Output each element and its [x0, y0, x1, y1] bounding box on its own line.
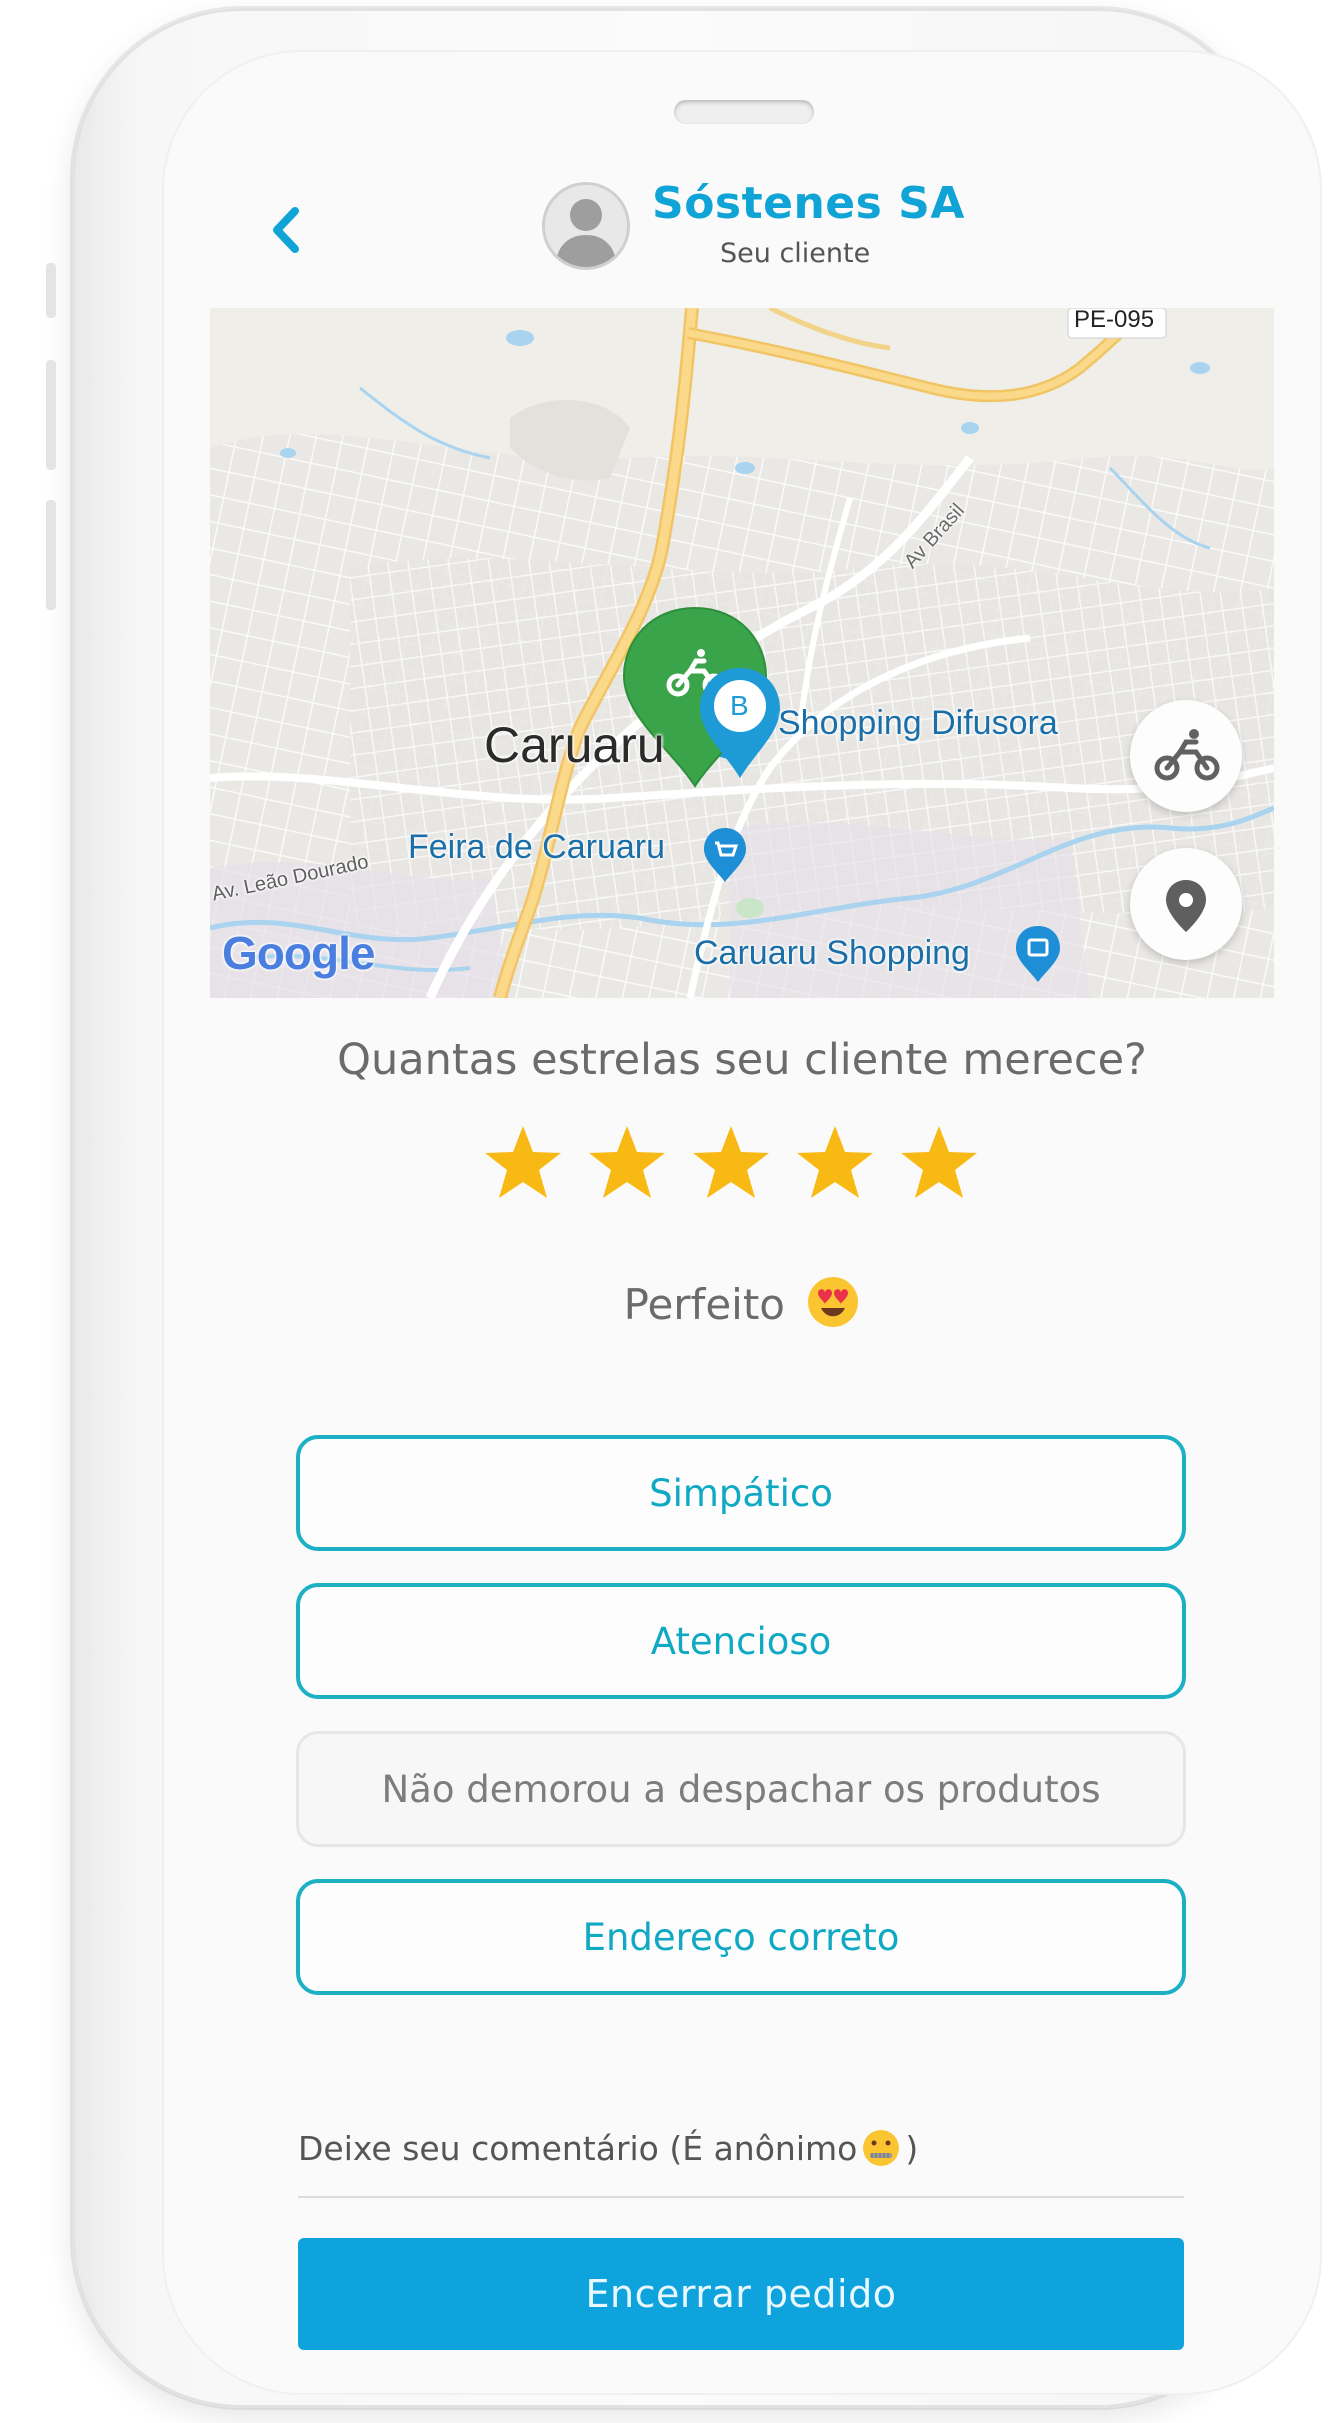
- rating-verdict: Perfeito: [162, 1275, 1322, 1329]
- tag-label: Simpático: [649, 1471, 833, 1515]
- map-view[interactable]: B Caruaru Shopping Difusora Feira de Car…: [210, 308, 1274, 998]
- rating-verdict-text: Perfeito: [623, 1280, 786, 1329]
- map-label-city: Caruaru: [484, 717, 665, 773]
- rating-question: Quantas estrelas seu cliente merece?: [337, 1035, 1147, 1085]
- map-background: [210, 308, 1274, 998]
- side-button: [46, 263, 56, 318]
- tag-atencioso[interactable]: Atencioso: [296, 1583, 1186, 1699]
- motorcycle-location-button[interactable]: [1130, 700, 1242, 812]
- chevron-left-icon: [273, 207, 299, 253]
- phone-frame: Sóstenes SA Seu cliente B Caruaru Shoppi…: [46, 8, 1322, 2408]
- star-rating[interactable]: [483, 1122, 1003, 1202]
- motorcycle-icon: [1154, 729, 1220, 781]
- back-button[interactable]: [257, 195, 317, 265]
- star-icon[interactable]: [899, 1122, 979, 1202]
- app-screen: Sóstenes SA Seu cliente B Caruaru Shoppi…: [162, 50, 1322, 2395]
- map-pin-icon: [1166, 880, 1206, 932]
- star-icon[interactable]: [483, 1122, 563, 1202]
- tag-label: Endereço correto: [582, 1915, 900, 1959]
- star-icon[interactable]: [587, 1122, 667, 1202]
- comment-input[interactable]: [298, 2118, 1184, 2198]
- user-silhouette-icon: [545, 185, 627, 267]
- client-subtitle: Seu cliente: [720, 238, 871, 269]
- tag-label: Atencioso: [650, 1619, 832, 1663]
- client-name: Sóstenes SA: [652, 178, 965, 229]
- avatar[interactable]: [542, 182, 630, 270]
- map-label-pe095: PE-095: [1074, 308, 1155, 333]
- tag-simpatico[interactable]: Simpático: [296, 1435, 1186, 1551]
- speaker-slot: [674, 100, 814, 124]
- tag-nao-demorou[interactable]: Não demorou a despachar os produtos: [296, 1731, 1186, 1847]
- my-location-button[interactable]: [1130, 848, 1242, 960]
- google-logo: Google: [222, 927, 375, 979]
- tag-label: Não demorou a despachar os produtos: [381, 1767, 1101, 1811]
- map-label-shopping-difusora[interactable]: Shopping Difusora: [778, 704, 1058, 743]
- star-icon[interactable]: [795, 1122, 875, 1202]
- side-button: [46, 360, 56, 470]
- map-label-marker-b: B: [730, 690, 749, 721]
- map-label-caruaru-shopping[interactable]: Caruaru Shopping: [694, 934, 970, 973]
- tag-endereco-correto[interactable]: Endereço correto: [296, 1879, 1186, 1995]
- close-order-button[interactable]: Encerrar pedido: [298, 2238, 1184, 2350]
- star-icon[interactable]: [691, 1122, 771, 1202]
- map-label-feira[interactable]: Feira de Caruaru: [408, 828, 665, 867]
- side-button: [46, 500, 56, 610]
- heart-eyes-emoji-icon: [808, 1277, 859, 1327]
